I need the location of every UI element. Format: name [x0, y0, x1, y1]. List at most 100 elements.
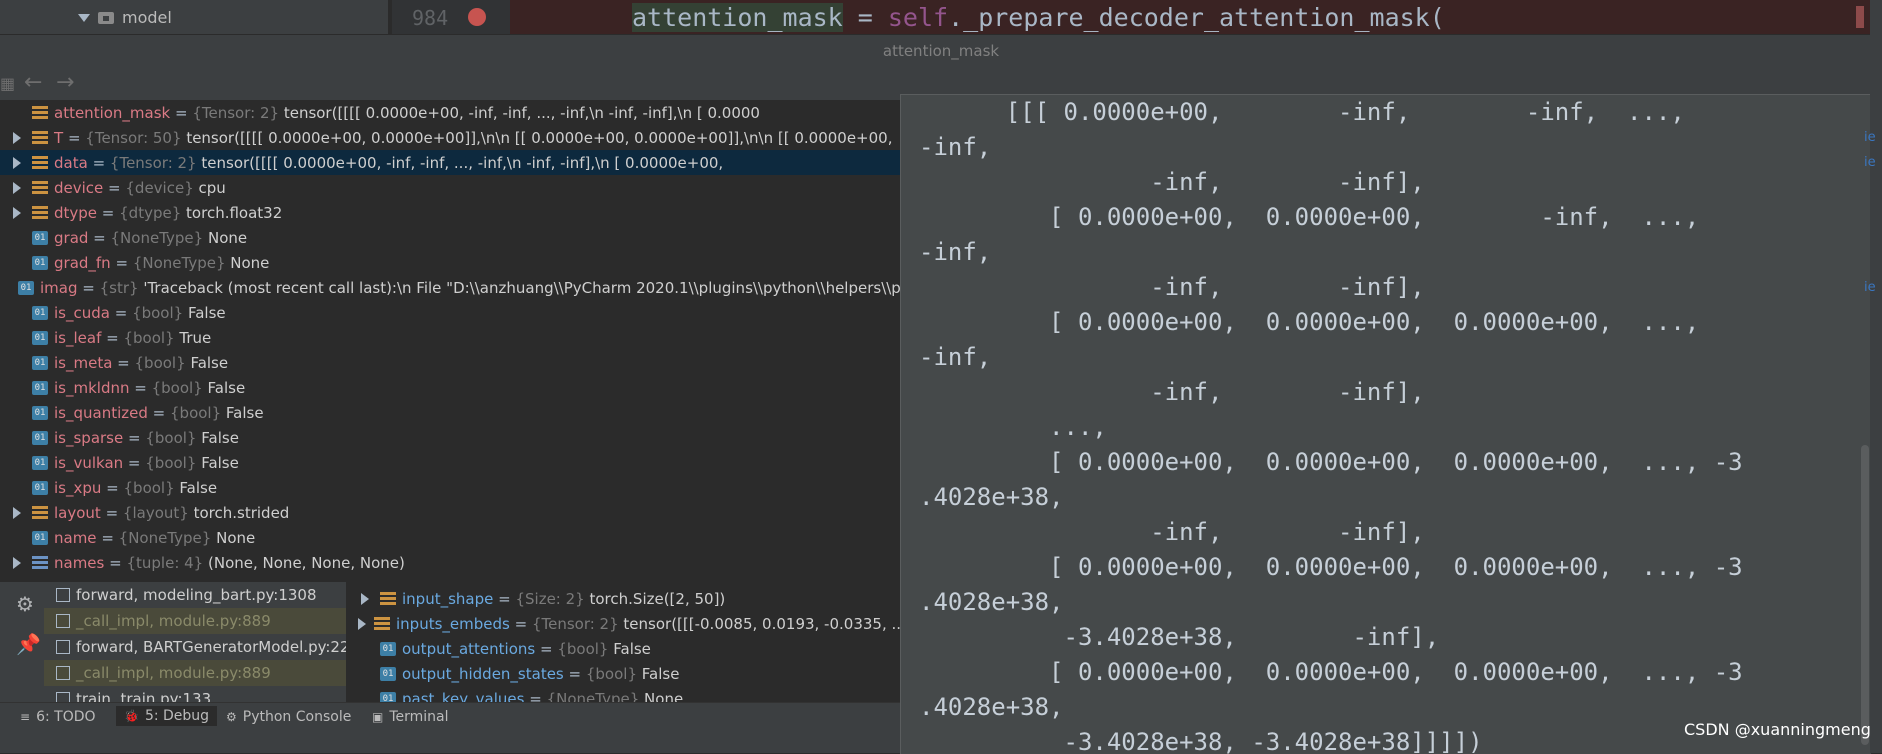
variable-type: {dtype} — [119, 203, 182, 222]
inspect-marker[interactable]: ie — [1864, 130, 1876, 145]
pin-icon[interactable]: 📌 — [16, 632, 41, 656]
expand-arrow-icon[interactable] — [10, 181, 24, 195]
expand-arrow-icon[interactable] — [78, 13, 90, 22]
object-field-icon — [32, 105, 48, 120]
variable-row[interactable]: 01 output_hidden_states = {bool} False — [348, 661, 900, 686]
tool-window-tab[interactable]: 🐞 5: Debug — [116, 706, 218, 726]
code-variable[interactable]: attention_mask — [632, 3, 843, 32]
variable-row[interactable]: 01 is_quantized = {bool} False — [0, 400, 900, 425]
variables-tree: attention_mask = {Tensor: 2} tensor([[[[… — [0, 100, 900, 580]
variable-row[interactable]: 01 is_sparse = {bool} False — [0, 425, 900, 450]
expand-arrow-icon[interactable] — [10, 506, 24, 520]
primitive-field-icon: 01 — [18, 280, 34, 295]
variable-type: {bool} — [123, 478, 175, 497]
watermark: CSDN @xuanningmeng — [1684, 720, 1871, 739]
equals-sign: = — [112, 353, 135, 372]
variable-name: is_sparse — [54, 428, 124, 447]
forward-arrow-icon[interactable]: → — [56, 70, 74, 95]
variable-row[interactable]: device = {device} cpu — [0, 175, 900, 200]
list-field-icon — [32, 555, 48, 570]
variable-type: {bool} — [151, 378, 203, 397]
stack-frame[interactable]: train, train.py:133 — [44, 686, 346, 702]
popup-scrollbar[interactable] — [1861, 445, 1869, 745]
variable-name: is_leaf — [54, 328, 102, 347]
variable-value: None — [216, 528, 256, 547]
inspect-marker[interactable]: ie — [1864, 280, 1876, 295]
variable-row[interactable]: 01 grad = {NoneType} None — [0, 225, 900, 250]
variable-name: dtype — [54, 203, 98, 222]
variable-row[interactable]: 01 name = {NoneType} None — [0, 525, 900, 550]
variable-row[interactable]: T = {Tensor: 50} tensor([[[[ 0.0000e+00,… — [0, 125, 900, 150]
stack-frame[interactable]: forward, BARTGeneratorModel.py:22 — [44, 634, 346, 660]
error-stripe-marker[interactable] — [1856, 6, 1864, 28]
stack-frame[interactable]: forward, modeling_bart.py:1308 — [44, 582, 346, 608]
variable-value: cpu — [198, 178, 226, 197]
variable-type: {device} — [125, 178, 194, 197]
variable-row[interactable]: 01 is_vulkan = {bool} False — [0, 450, 900, 475]
variable-row[interactable]: 01 grad_fn = {NoneType} None — [0, 250, 900, 275]
variable-row[interactable]: 01 imag = {str} 'Traceback (most recent c… — [0, 275, 900, 300]
variable-row[interactable]: names = {tuple: 4} (None, None, None, No… — [0, 550, 900, 575]
tool-window-tab[interactable]: ▣ Terminal — [372, 709, 449, 725]
inspect-marker[interactable]: ie — [1864, 155, 1876, 170]
variable-row[interactable]: 01 past_key_values = {NoneType} None — [348, 686, 900, 702]
expand-arrow-icon[interactable] — [358, 592, 372, 606]
equals-sign: = — [123, 453, 146, 472]
expand-arrow-icon[interactable] — [10, 156, 24, 170]
variable-row[interactable]: dtype = {dtype} torch.float32 — [0, 200, 900, 225]
value-popup[interactable]: [[[ 0.0000e+00, -inf, -inf, ..., -inf, -… — [900, 94, 1871, 754]
variable-type: {NoneType} — [110, 228, 204, 247]
variable-row[interactable]: inputs_embeds = {Tensor: 2} tensor([[[-0… — [348, 611, 900, 636]
variable-name: names — [54, 553, 105, 572]
primitive-field-icon: 01 — [32, 430, 48, 445]
variable-value: None — [230, 253, 270, 272]
variable-name: is_mkldnn — [54, 378, 130, 397]
back-arrow-icon[interactable]: ← — [24, 70, 42, 95]
variable-value: False — [613, 639, 651, 658]
variable-row[interactable]: 01 is_leaf = {bool} True — [0, 325, 900, 350]
primitive-field-icon: 01 — [32, 330, 48, 345]
primitive-field-icon: 01 — [380, 691, 396, 702]
variable-name: imag — [40, 278, 78, 297]
variable-type: {NoneType} — [132, 253, 226, 272]
expand-arrow-icon[interactable] — [358, 617, 366, 631]
variable-row[interactable]: attention_mask = {Tensor: 2} tensor([[[[… — [0, 100, 900, 125]
layout-icon[interactable]: ▦ — [0, 74, 15, 93]
equals-sign: = — [77, 278, 100, 297]
equals-sign: = — [109, 303, 133, 322]
variable-value: tensor([[[[ 0.0000e+00, -inf, -inf, ...,… — [283, 103, 760, 122]
expand-arrow-icon[interactable] — [10, 206, 24, 220]
tool-window-tab[interactable]: ⚙ Python Console — [226, 709, 351, 725]
equals-sign: = — [123, 428, 146, 447]
breakpoint-icon[interactable] — [468, 8, 486, 26]
project-tree-item-model[interactable]: model — [78, 8, 172, 27]
variable-row[interactable]: 01 is_cuda = {bool} False — [0, 300, 900, 325]
stack-frame[interactable]: _call_impl, module.py:889 — [44, 660, 346, 686]
expand-arrow-icon[interactable] — [10, 131, 24, 145]
variable-row[interactable]: 01 is_mkldnn = {bool} False — [0, 375, 900, 400]
variable-row[interactable]: input_shape = {Size: 2} torch.Size([2, 5… — [348, 586, 900, 611]
tool-window-tab[interactable]: ≡ 6: TODO — [20, 709, 96, 725]
primitive-field-icon: 01 — [32, 455, 48, 470]
editor-gutter — [392, 0, 510, 34]
variable-name: output_hidden_states — [402, 664, 564, 683]
stack-frame[interactable]: _call_impl, module.py:889 — [44, 608, 346, 634]
variable-row[interactable]: 01 output_attentions = {bool} False — [348, 636, 900, 661]
variable-row[interactable]: data = {Tensor: 2} tensor([[[[ 0.0000e+0… — [0, 150, 900, 175]
expand-arrow-icon[interactable] — [10, 556, 24, 570]
variable-type: {NoneType} — [546, 689, 640, 703]
tensor-value-text[interactable]: [[[ 0.0000e+00, -inf, -inf, ..., -inf, -… — [919, 95, 1743, 754]
variable-type: {bool} — [585, 664, 637, 683]
variable-row[interactable]: 01 is_meta = {bool} False — [0, 350, 900, 375]
settings-gear-icon[interactable]: ⚙ — [16, 592, 34, 616]
code-text[interactable]: attention_mask = self._prepare_decoder_a… — [632, 3, 1445, 32]
variable-row[interactable]: 01 is_xpu = {bool} False — [0, 475, 900, 500]
variable-name: input_shape — [402, 589, 494, 608]
variable-row[interactable]: layout = {layout} torch.strided — [0, 500, 900, 525]
variable-value: tensor([[[-0.0085, 0.0193, -0.0335, ...,… — [623, 614, 900, 633]
